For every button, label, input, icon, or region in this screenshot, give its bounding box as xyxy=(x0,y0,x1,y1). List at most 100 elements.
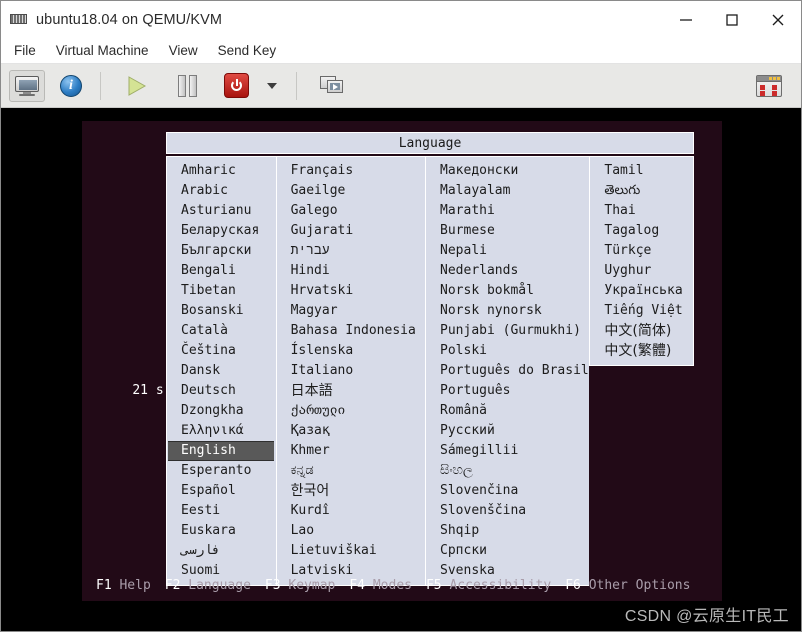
list-item[interactable]: Italiano xyxy=(277,361,425,381)
list-item[interactable]: Español xyxy=(167,481,276,501)
minimize-icon[interactable] xyxy=(663,1,709,38)
list-item[interactable]: Norsk bokmål xyxy=(426,281,589,301)
list-item[interactable]: Bengali xyxy=(167,261,276,281)
list-item[interactable]: Hindi xyxy=(277,261,425,281)
fkey-desc: Help xyxy=(119,578,151,593)
list-item[interactable]: Eesti xyxy=(167,501,276,521)
list-item[interactable]: Deutsch xyxy=(167,381,276,401)
list-item[interactable]: Íslenska xyxy=(277,341,425,361)
list-item[interactable]: Asturianu xyxy=(167,201,276,221)
list-item[interactable]: Čeština xyxy=(167,341,276,361)
list-item[interactable]: Türkçe xyxy=(590,241,693,261)
list-item[interactable]: Lietuviškai xyxy=(277,541,425,561)
list-item[interactable]: Slovenčina xyxy=(426,481,589,501)
fkey-modes[interactable]: F4 Modes xyxy=(349,578,412,593)
list-item[interactable]: Français xyxy=(277,161,425,181)
list-item[interactable]: తెలుగు xyxy=(590,181,693,201)
list-item-selected[interactable]: English xyxy=(168,441,274,461)
list-item[interactable]: Ελληνικά xyxy=(167,421,276,441)
list-item[interactable]: Македонски xyxy=(426,161,589,181)
show-console-button[interactable] xyxy=(9,69,45,102)
fkey-keymap[interactable]: F3 Keymap xyxy=(265,578,335,593)
list-item[interactable]: Khmer xyxy=(277,441,425,461)
fkey-accessibility[interactable]: F5 Accessibility xyxy=(426,578,551,593)
list-item[interactable]: Malayalam xyxy=(426,181,589,201)
list-item[interactable]: Tiếng Việt xyxy=(590,301,693,321)
list-item[interactable]: Gujarati xyxy=(277,221,425,241)
list-item[interactable]: Arabic xyxy=(167,181,276,201)
list-item[interactable]: Português do Brasil xyxy=(426,361,589,381)
run-button[interactable] xyxy=(118,70,154,102)
list-item[interactable]: Punjabi (Gurmukhi) xyxy=(426,321,589,341)
list-item[interactable]: Tibetan xyxy=(167,281,276,301)
list-item[interactable]: 中文(简体) xyxy=(590,321,693,341)
list-item[interactable]: 日本語 xyxy=(277,381,425,401)
list-item[interactable]: Nederlands xyxy=(426,261,589,281)
close-icon[interactable] xyxy=(755,1,801,38)
list-item[interactable]: ქართული xyxy=(277,401,425,421)
list-item[interactable]: Русский xyxy=(426,421,589,441)
list-item[interactable]: Thai xyxy=(590,201,693,221)
fkey-label: F4 xyxy=(349,578,366,593)
list-item[interactable]: Lao xyxy=(277,521,425,541)
pause-button[interactable] xyxy=(169,70,205,102)
list-item[interactable]: Tagalog xyxy=(590,221,693,241)
list-item[interactable]: Bosanski xyxy=(167,301,276,321)
list-item[interactable]: ಕನ್ನಡ xyxy=(277,461,425,481)
maximize-icon[interactable] xyxy=(709,1,755,38)
list-item[interactable]: Беларуская xyxy=(167,221,276,241)
list-item[interactable]: Esperanto xyxy=(167,461,276,481)
list-item[interactable]: Polski xyxy=(426,341,589,361)
list-item[interactable]: Bahasa Indonesia xyxy=(277,321,425,341)
list-item[interactable]: Amharic xyxy=(167,161,276,181)
menu-item-file[interactable]: File xyxy=(4,38,46,64)
watermark: CSDN @云原生IT民工 xyxy=(624,608,789,625)
list-item[interactable]: Gaeilge xyxy=(277,181,425,201)
list-item[interactable]: Burmese xyxy=(426,221,589,241)
list-item[interactable]: Български xyxy=(167,241,276,261)
list-item[interactable]: Қазақ xyxy=(277,421,425,441)
chevron-down-icon xyxy=(267,82,277,89)
fkey-help[interactable]: F1 Help xyxy=(96,578,151,593)
list-item[interactable]: Norsk nynorsk xyxy=(426,301,589,321)
list-item[interactable]: Uyghur xyxy=(590,261,693,281)
list-item[interactable]: Galego xyxy=(277,201,425,221)
list-item[interactable]: Português xyxy=(426,381,589,401)
list-item[interactable]: Hrvatski xyxy=(277,281,425,301)
list-item[interactable]: Українська xyxy=(590,281,693,301)
list-item[interactable]: Dansk xyxy=(167,361,276,381)
screenshot-root: ubuntu18.04 on QEMU/KVM File Virtual Mac… xyxy=(0,0,802,632)
list-item[interactable]: Română xyxy=(426,401,589,421)
menu-item-view[interactable]: View xyxy=(159,38,208,64)
list-item[interactable]: 中文(繁體) xyxy=(590,341,693,361)
fkey-label: F1 xyxy=(96,578,112,593)
show-details-button[interactable]: i xyxy=(53,70,89,102)
fkey-other-options[interactable]: F6 Other Options xyxy=(565,578,690,593)
shutdown-button[interactable] xyxy=(218,70,254,102)
list-item[interactable]: Euskara xyxy=(167,521,276,541)
fkey-language[interactable]: F2 Language xyxy=(165,578,251,593)
list-item[interactable]: עברית xyxy=(277,241,425,261)
list-item[interactable]: Magyar xyxy=(277,301,425,321)
fullscreen-button[interactable] xyxy=(314,70,350,102)
list-item[interactable]: සිංහල xyxy=(426,461,589,481)
list-item[interactable]: فارسی xyxy=(167,541,276,561)
menu-item-send-key[interactable]: Send Key xyxy=(208,38,287,64)
list-item[interactable]: Dzongkha xyxy=(167,401,276,421)
language-column-4: Tamil తెలుగు Thai Tagalog Türkçe Uyghur … xyxy=(589,156,694,366)
snapshots-button[interactable] xyxy=(751,70,787,102)
list-item[interactable]: Kurdî xyxy=(277,501,425,521)
vm-console[interactable]: 21 s Language Amharic Arabic Asturianu Б… xyxy=(82,121,722,601)
virt-manager-window: ubuntu18.04 on QEMU/KVM File Virtual Mac… xyxy=(0,0,802,632)
list-item[interactable]: Català xyxy=(167,321,276,341)
list-item[interactable]: Marathi xyxy=(426,201,589,221)
list-item[interactable]: Nepali xyxy=(426,241,589,261)
list-item[interactable]: Sámegillii xyxy=(426,441,589,461)
list-item[interactable]: Slovenščina xyxy=(426,501,589,521)
list-item[interactable]: Српски xyxy=(426,541,589,561)
list-item[interactable]: Shqip xyxy=(426,521,589,541)
menu-item-virtual-machine[interactable]: Virtual Machine xyxy=(46,38,159,64)
shutdown-menu-button[interactable] xyxy=(261,70,283,102)
list-item[interactable]: Tamil xyxy=(590,161,693,181)
list-item[interactable]: 한국어 xyxy=(277,481,425,501)
